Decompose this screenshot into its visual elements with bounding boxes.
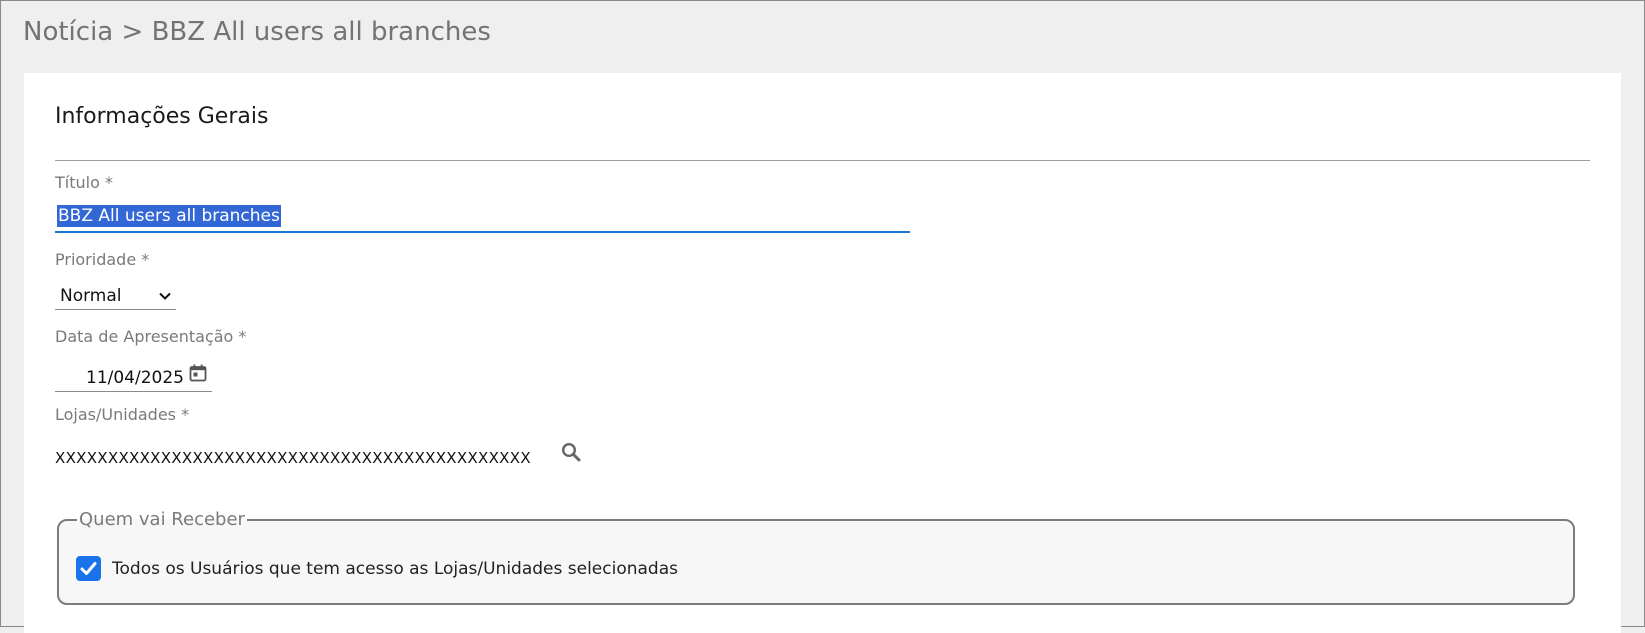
quem-vai-receber-group: Quem vai Receber Todos os Usuários que t… (57, 509, 1575, 605)
section-title: Informações Gerais (55, 104, 269, 129)
lojas-value: XXXXXXXXXXXXXXXXXXXXXXXXXXXXXXXXXXXXXXXX… (55, 449, 531, 467)
prioridade-select[interactable]: Normal (55, 285, 176, 310)
breadcrumb-section[interactable]: Notícia (23, 17, 113, 47)
lojas-label: Lojas/Unidades * (55, 405, 190, 424)
form-card: Informações Gerais Título * BBZ All user… (24, 73, 1621, 633)
breadcrumb-separator: > (121, 17, 144, 47)
prioridade-select-value: Normal (60, 286, 122, 306)
quem-vai-receber-legend: Quem vai Receber (79, 509, 245, 530)
calendar-icon[interactable] (188, 363, 208, 383)
section-divider (55, 160, 1590, 161)
titulo-input-value[interactable]: BBZ All users all branches (57, 205, 281, 227)
checkmark-icon (80, 562, 97, 575)
data-apresentacao-value: 11/04/2025 (86, 368, 184, 388)
data-apresentacao-input[interactable]: 11/04/2025 (55, 363, 212, 392)
todos-usuarios-checkbox[interactable] (76, 556, 101, 581)
breadcrumb-current: BBZ All users all branches (151, 17, 491, 47)
titulo-label: Título * (55, 173, 113, 192)
prioridade-label: Prioridade * (55, 250, 150, 269)
titulo-input[interactable]: BBZ All users all branches (55, 203, 910, 233)
data-apresentacao-label: Data de Apresentação * (55, 327, 247, 346)
search-icon[interactable] (560, 441, 582, 463)
chevron-down-icon (159, 292, 171, 300)
todos-usuarios-label[interactable]: Todos os Usuários que tem acesso as Loja… (112, 558, 678, 580)
breadcrumb: Notícia > BBZ All users all branches (23, 17, 491, 47)
